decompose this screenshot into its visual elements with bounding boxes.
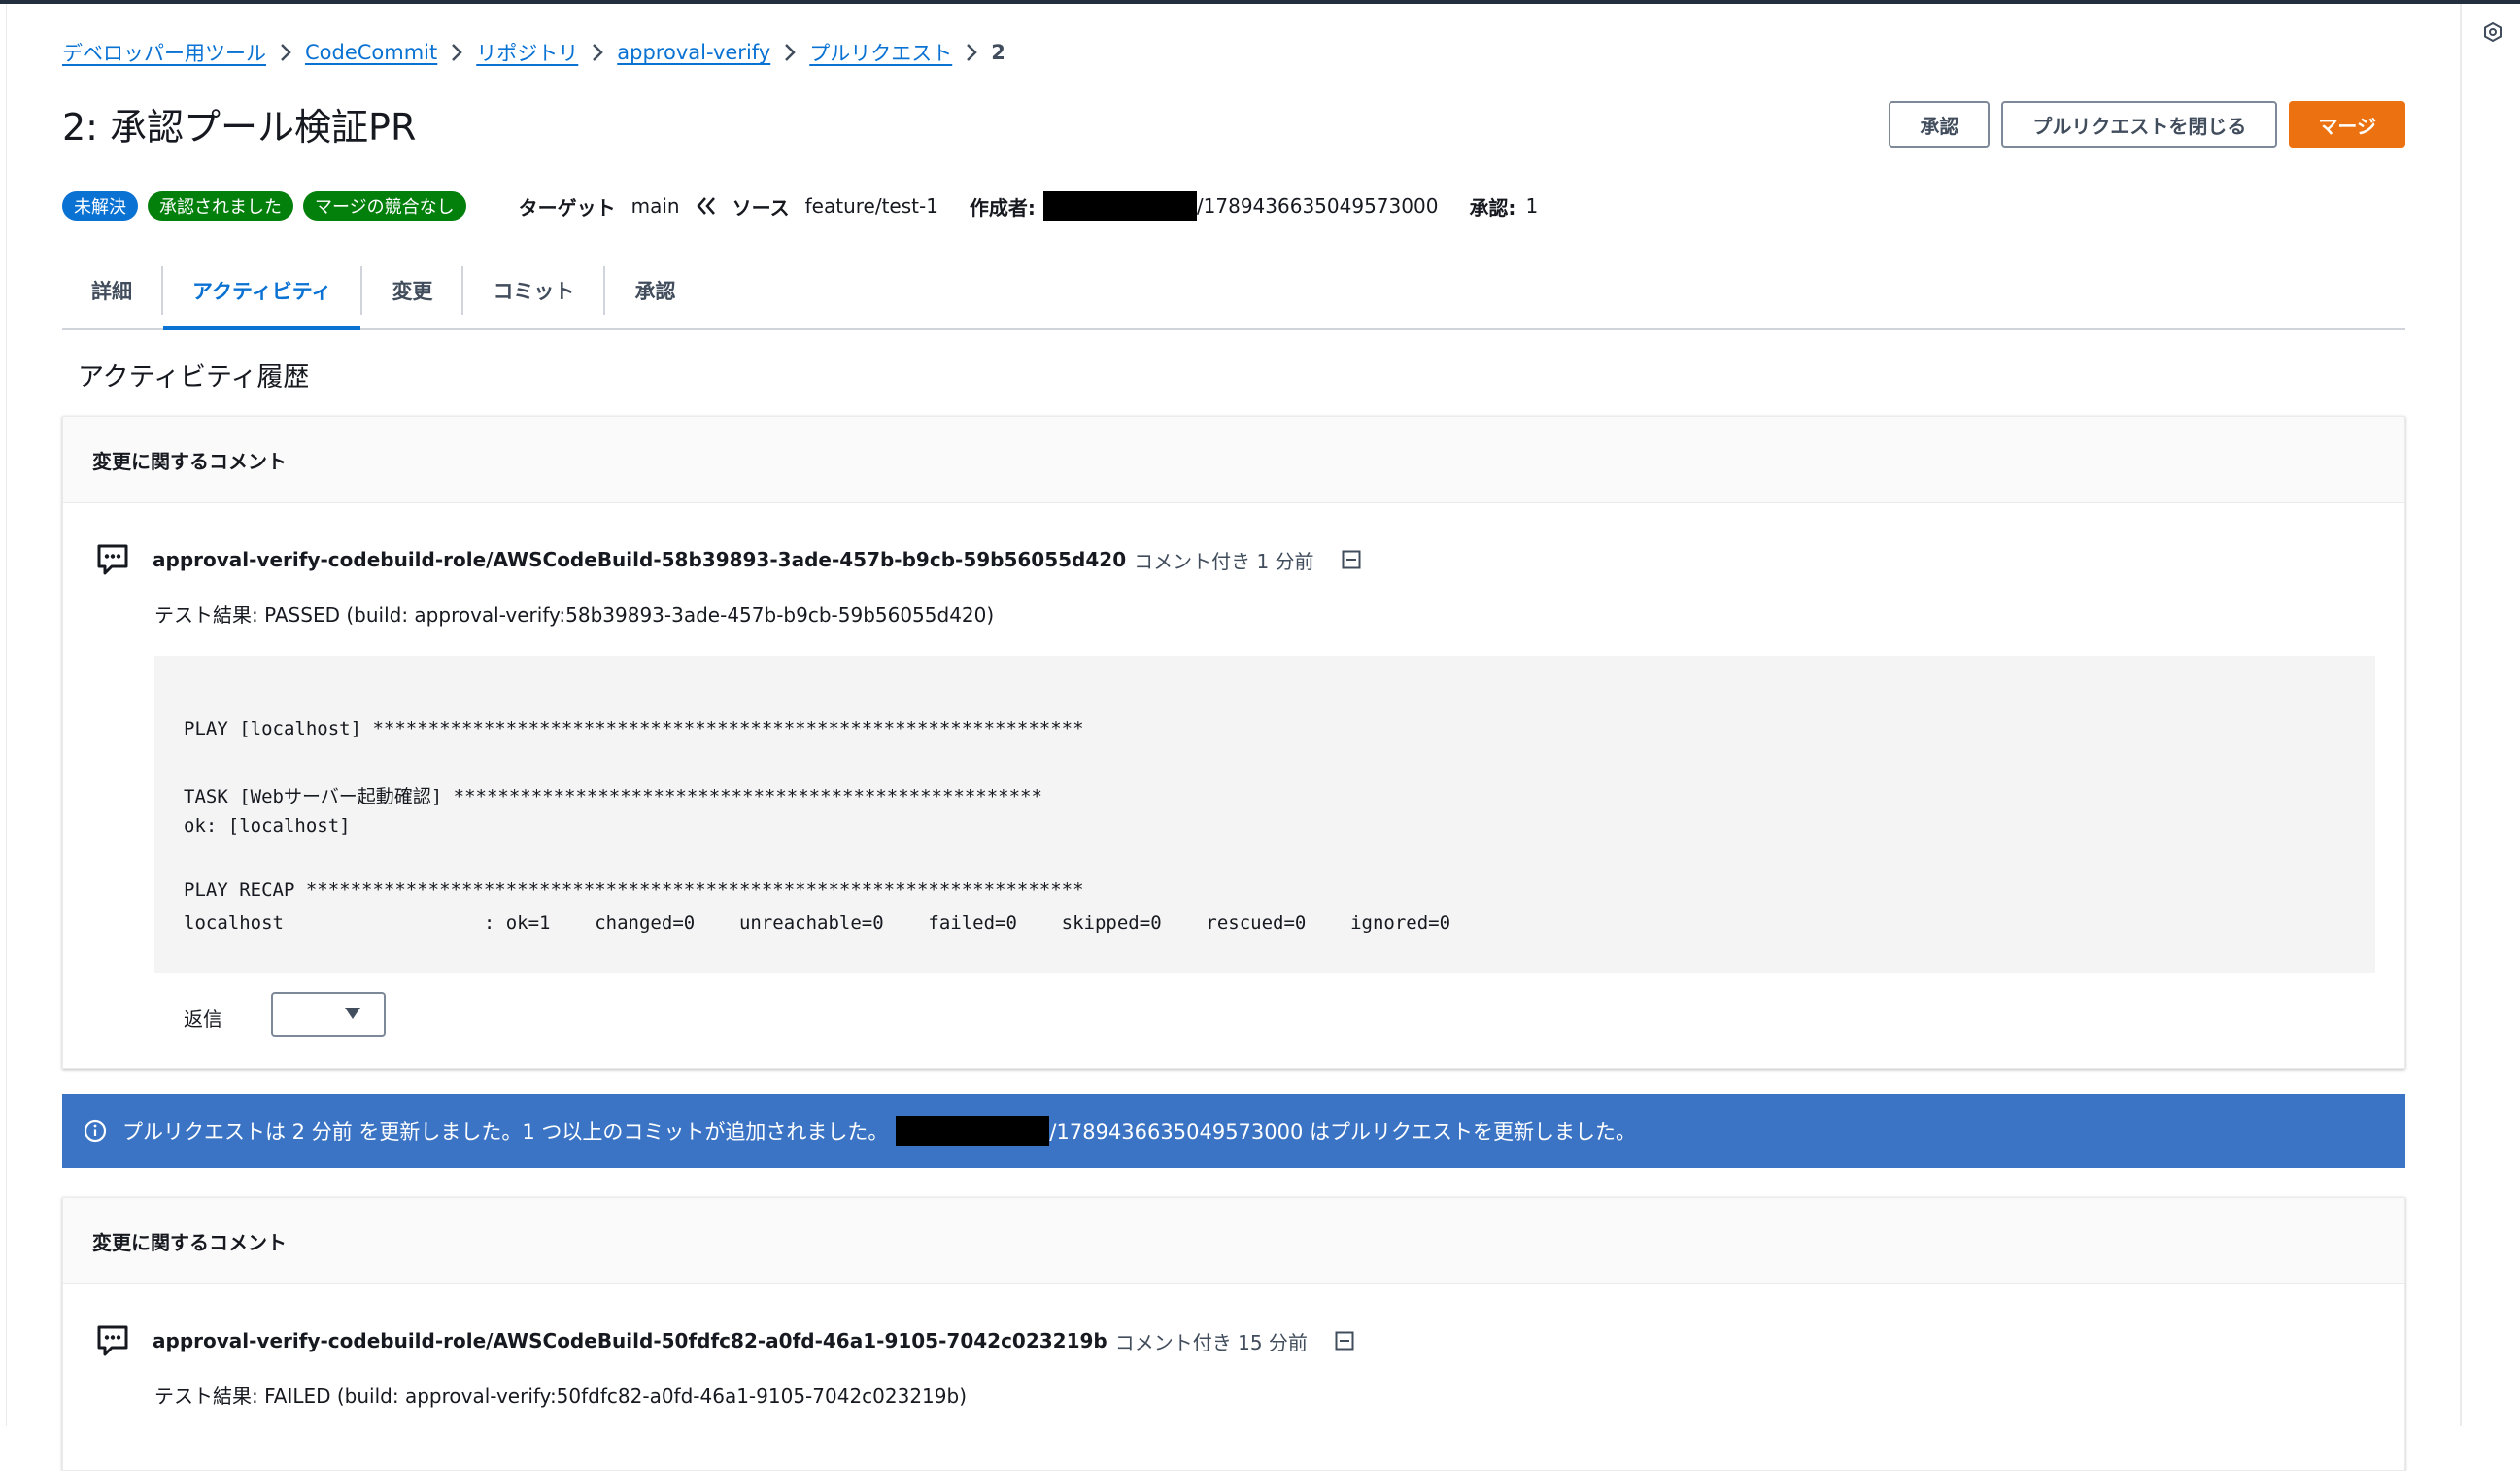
author-label: 作成者: [969, 195, 1036, 220]
info-icon [84, 1119, 107, 1143]
comment-card-header: 変更に関するコメント [63, 1198, 2404, 1284]
code-line: ok: [localhost] [184, 815, 351, 837]
breadcrumb-developer-tools[interactable]: デベロッパー用ツール [62, 38, 266, 67]
code-line: PLAY RECAP *****************************… [184, 879, 1084, 901]
right-rail [2460, 4, 2520, 1426]
comment-header: approval-verify-codebuild-role/AWSCodeBu… [96, 543, 1361, 576]
tab-approvals[interactable]: 承認 [605, 253, 704, 328]
status-badge-no-conflicts: マージの競合なし [303, 191, 466, 221]
chevron-right-icon [952, 43, 991, 62]
info-flashbar: プルリクエストは 2 分前 を更新しました。1 つ以上のコミットが追加されました… [62, 1094, 2405, 1168]
breadcrumb-repo[interactable]: approval-verify [617, 41, 770, 64]
tab-commits[interactable]: コミット [463, 253, 603, 328]
target-label: ターゲット [518, 195, 616, 220]
caret-down-icon [345, 1008, 360, 1019]
comment-author: approval-verify-codebuild-role/AWSCodeBu… [153, 1329, 1107, 1352]
comment-author: approval-verify-codebuild-role/AWSCodeBu… [153, 548, 1127, 571]
breadcrumb-current: 2 [991, 41, 1005, 64]
comment-icon [97, 1325, 128, 1356]
collapse-icon[interactable] [1342, 550, 1361, 569]
settings-panel-icon[interactable] [2482, 21, 2503, 43]
target-branch: main [630, 194, 680, 218]
info-message-start: プルリクエストは 2 分前 を更新しました。1 つ以上のコミットが追加されました… [122, 1120, 889, 1144]
tab-changes[interactable]: 変更 [362, 253, 461, 328]
chevron-right-icon [770, 43, 809, 62]
redacted-author [1042, 191, 1197, 221]
status-badge-approved: 承認されました [148, 191, 293, 221]
comment-timestamp: コメント付き 15 分前 [1114, 1330, 1308, 1354]
code-block: PLAY [localhost] ***********************… [154, 656, 2375, 973]
comment-card: 変更に関するコメント approval-verify-codebuild-rol… [62, 1197, 2405, 1471]
comment-header: approval-verify-codebuild-role/AWSCodeBu… [96, 1324, 1354, 1357]
breadcrumb-codecommit[interactable]: CodeCommit [305, 41, 437, 64]
test-result: テスト結果: PASSED (build: approval-verify:58… [154, 603, 995, 627]
double-chevron-left-icon [696, 196, 717, 216]
header-actions: 承認 プルリクエストを閉じる マージ [1889, 101, 2405, 148]
approvals-count: 1 [1525, 194, 1539, 218]
top-border [0, 0, 2520, 4]
approve-button[interactable]: 承認 [1889, 101, 1991, 148]
source-branch: feature/test-1 [804, 194, 938, 218]
status-row: 未解決 承認されました マージの競合なし ターゲット main ソース feat… [62, 188, 1538, 223]
chevron-right-icon [266, 43, 305, 62]
breadcrumb-repositories[interactable]: リポジトリ [476, 38, 578, 67]
chevron-right-icon [437, 43, 476, 62]
reply-dropdown[interactable] [271, 992, 386, 1037]
code-line: localhost : ok=1 changed=0 unreachable=0… [184, 912, 1451, 934]
reply-label: 返信 [184, 1008, 222, 1031]
chevron-right-icon [578, 43, 617, 62]
status-badge-open: 未解決 [62, 191, 138, 221]
tab-bar: 詳細 アクティビティ 変更 コミット 承認 [62, 253, 2405, 330]
code-line: PLAY [localhost] ***********************… [184, 718, 1084, 739]
page-title: 2: 承認プール検証PR [62, 106, 417, 149]
left-rail [0, 4, 7, 1426]
code-line: TASK [Webサーバー起動確認] *********************… [184, 786, 1042, 807]
comment-timestamp: コメント付き 1 分前 [1134, 549, 1314, 573]
comment-icon [97, 544, 128, 575]
breadcrumb-pull-requests[interactable]: プルリクエスト [809, 38, 952, 67]
test-result: テスト結果: FAILED (build: approval-verify:50… [154, 1385, 968, 1408]
comment-card-header: 変更に関するコメント [63, 417, 2404, 503]
activity-history-title: アクティビティ履歴 [78, 362, 310, 393]
close-pull-request-button[interactable]: プルリクエストを閉じる [2001, 101, 2278, 148]
source-label: ソース [732, 195, 790, 220]
breadcrumb: デベロッパー用ツール CodeCommit リポジトリ approval-ver… [62, 33, 1005, 72]
merge-button[interactable]: マージ [2289, 101, 2405, 148]
collapse-icon[interactable] [1335, 1331, 1354, 1351]
tab-details[interactable]: 詳細 [62, 253, 161, 328]
info-message-end: /1789436635049573000 はプルリクエストを更新しました。 [1049, 1120, 1637, 1144]
tab-activity[interactable]: アクティビティ [163, 253, 361, 330]
approvals-label: 承認: [1469, 195, 1516, 220]
author-id: /1789436635049573000 [1196, 194, 1439, 218]
comment-card: 変更に関するコメント approval-verify-codebuild-rol… [62, 416, 2405, 1069]
redacted-user [896, 1116, 1050, 1146]
